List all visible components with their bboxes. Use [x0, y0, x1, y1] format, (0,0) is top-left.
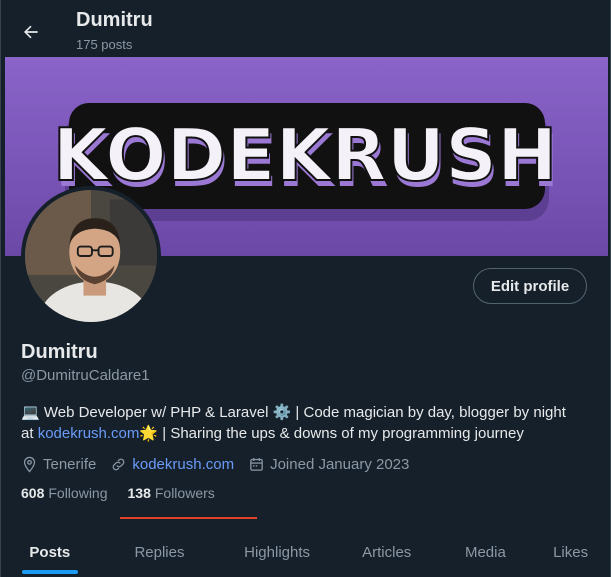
tab-media[interactable]: Media [440, 527, 532, 577]
tab-label: Replies [134, 543, 185, 561]
bio-text: at [21, 425, 38, 442]
tab-label: Highlights [244, 543, 311, 561]
location: Tenerife [21, 456, 96, 473]
following-label: Following [48, 485, 108, 501]
location-pin-icon [23, 456, 36, 473]
tab-highlights[interactable]: Highlights [220, 527, 334, 577]
star-emoji: 🌟 [139, 425, 159, 442]
location-text: Tenerife [43, 455, 97, 473]
website-link[interactable]: kodekrush.com [132, 456, 234, 473]
calendar-icon [250, 457, 263, 471]
laptop-emoji: 💻 [21, 404, 40, 421]
gear-emoji: ⚙️ [272, 404, 292, 421]
edit-profile-button[interactable]: Edit profile [473, 268, 587, 304]
following-count: 608 [21, 485, 45, 501]
tab-replies[interactable]: Replies [99, 527, 221, 577]
post-count: 175 posts [76, 37, 133, 52]
followers-link[interactable]: 138 Followers [128, 485, 215, 501]
avatar[interactable] [21, 186, 161, 326]
tab-likes[interactable]: Likes [531, 527, 610, 577]
tab-label: Media [464, 543, 506, 561]
tab-label: Posts [29, 543, 71, 561]
tab-posts[interactable]: Posts [1, 527, 99, 577]
bio-text: Web Developer w/ PHP & Laravel [39, 404, 273, 421]
followers-label: Followers [154, 485, 215, 501]
header-name: Dumitru [76, 9, 153, 31]
tab-label: Articles [362, 543, 412, 561]
join-date-text: Joined January 2023 [270, 455, 410, 473]
tab-articles[interactable]: Articles [334, 527, 440, 577]
annotation-underline [120, 517, 257, 519]
banner-text: KODEKRUSH [53, 113, 558, 197]
avatar-photo [25, 190, 157, 322]
back-button[interactable] [15, 16, 47, 48]
follow-stats: 608 Following 138 Followers [21, 485, 235, 501]
display-name: Dumitru [21, 341, 98, 363]
link-icon [113, 458, 125, 470]
tab-label: Likes [553, 543, 589, 561]
profile-tabs: Posts Replies Highlights Articles Media … [1, 527, 610, 577]
user-handle: @DumitruCaldare1 [21, 367, 150, 384]
profile-page: Dumitru 175 posts KODEKRUSH KODEKRUSH Ed… [0, 0, 611, 577]
bio-text: | Code magician by day, blogger by night [291, 404, 566, 421]
followers-count: 138 [127, 485, 151, 501]
profile-meta: Tenerife kodekrush.com Joined January 20… [21, 453, 423, 475]
active-tab-indicator [21, 570, 78, 574]
arrow-left-icon [24, 25, 38, 39]
bio-website-link[interactable]: kodekrush.com [38, 425, 140, 442]
following-link[interactable]: 608 Following [21, 485, 108, 501]
top-bar: Dumitru 175 posts [1, 0, 610, 57]
bio: 💻 Web Developer w/ PHP & Laravel ⚙️ | Co… [21, 402, 591, 444]
bio-text: | Sharing the ups & downs of my programm… [158, 425, 524, 442]
website: kodekrush.com [110, 456, 234, 473]
join-date: Joined January 2023 [248, 456, 409, 473]
